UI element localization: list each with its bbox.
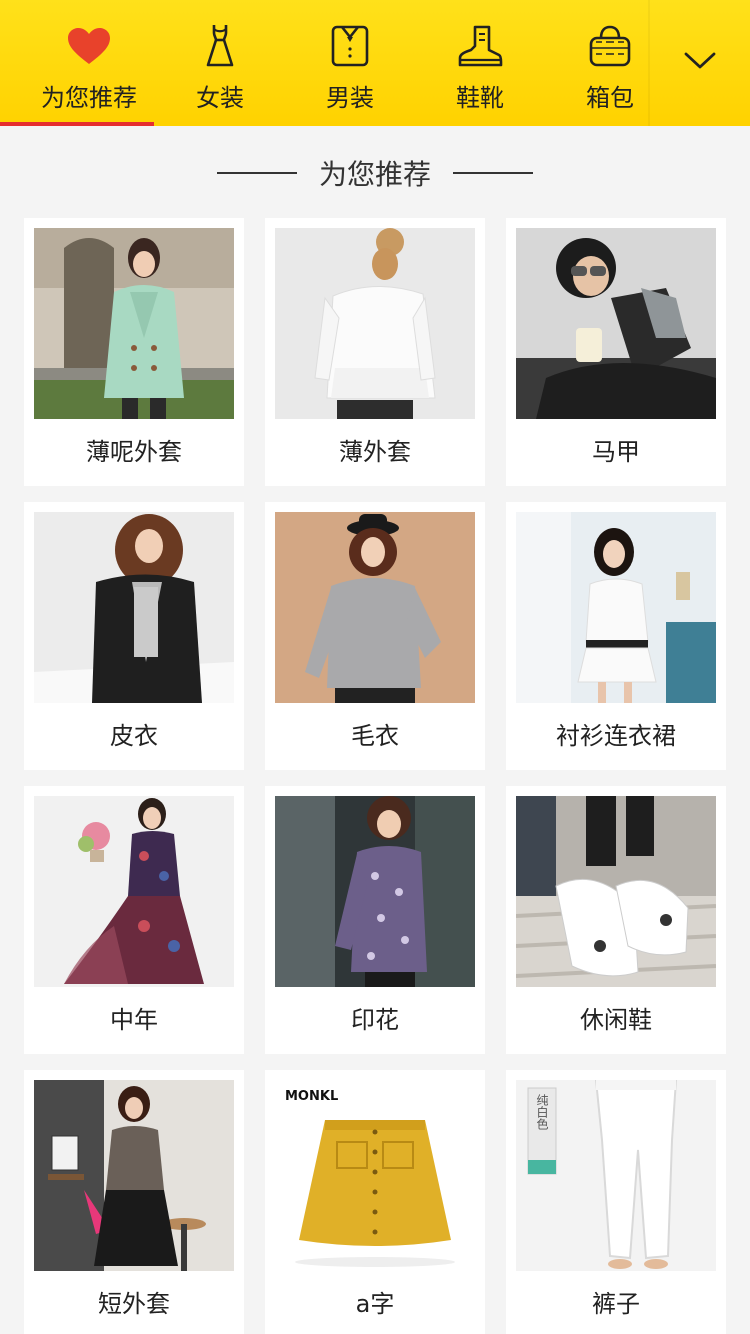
category-card[interactable]: 中年 — [24, 786, 244, 1054]
category-name: 短外套 — [98, 1290, 170, 1318]
brand-logo-text: MONKL — [285, 1089, 338, 1104]
section-title: 为您推荐 — [318, 158, 431, 191]
tab-label: 男装 — [326, 84, 374, 112]
category-card[interactable]: 休闲鞋 — [506, 786, 726, 1054]
chevron-down-icon — [684, 52, 716, 74]
product-image — [275, 512, 475, 703]
category-card[interactable]: 薄呢外套 — [24, 218, 244, 486]
tab-shoes[interactable]: 鞋靴 — [415, 0, 545, 126]
category-card[interactable]: MONKL a字 — [265, 1070, 485, 1334]
tab-recommend[interactable]: 为您推荐 — [24, 0, 154, 126]
tab-label: 箱包 — [586, 84, 634, 112]
product-image — [275, 228, 475, 419]
tab-men[interactable]: 男装 — [285, 0, 415, 126]
category-tabs: 为您推荐 女装 男装 鞋靴 箱包 — [0, 0, 650, 126]
product-image — [516, 796, 716, 987]
category-name: 薄外套 — [339, 438, 411, 466]
category-card[interactable]: 皮衣 — [24, 502, 244, 770]
product-image — [34, 796, 234, 987]
product-image — [516, 512, 716, 703]
tab-label: 女装 — [196, 84, 244, 112]
category-card[interactable]: 纯白色 裤子 — [506, 1070, 726, 1334]
product-image: 纯白色 — [516, 1080, 716, 1271]
category-name: 马甲 — [592, 438, 640, 466]
product-image — [34, 1080, 234, 1271]
tag-text: 纯白色 — [535, 1094, 549, 1130]
category-name: 毛衣 — [351, 722, 399, 750]
more-categories-button[interactable] — [650, 0, 750, 126]
product-image: MONKL — [275, 1080, 475, 1271]
product-image — [516, 228, 716, 419]
tab-label: 为您推荐 — [41, 84, 137, 112]
category-name: 裤子 — [592, 1290, 640, 1318]
section-header: 为您推荐 — [0, 148, 750, 198]
category-name: 薄呢外套 — [86, 438, 182, 466]
category-name: 皮衣 — [110, 722, 158, 750]
category-name: 中年 — [110, 1006, 158, 1034]
product-image — [275, 796, 475, 987]
handbag-icon — [586, 22, 634, 70]
category-card[interactable]: 印花 — [265, 786, 485, 1054]
shirt-icon — [326, 22, 374, 70]
category-bar: 为您推荐 女装 男装 鞋靴 箱包 — [0, 0, 750, 126]
divider-line — [453, 172, 533, 174]
category-name: 衬衫连衣裙 — [556, 722, 676, 750]
heart-icon — [65, 22, 113, 70]
divider-line — [216, 172, 297, 174]
category-card[interactable]: 衬衫连衣裙 — [506, 502, 726, 770]
tab-label: 鞋靴 — [456, 84, 504, 112]
dress-icon — [196, 22, 244, 70]
product-image — [34, 228, 234, 419]
active-tab-indicator — [0, 122, 154, 126]
boot-icon — [456, 22, 504, 70]
category-card[interactable]: 短外套 — [24, 1070, 244, 1334]
category-card[interactable]: 马甲 — [506, 218, 726, 486]
category-name: a字 — [355, 1290, 395, 1318]
product-image — [34, 512, 234, 703]
tab-women[interactable]: 女装 — [155, 0, 285, 126]
category-name: 休闲鞋 — [580, 1006, 652, 1034]
category-card[interactable]: 毛衣 — [265, 502, 485, 770]
category-name: 印花 — [351, 1006, 399, 1034]
category-card[interactable]: 薄外套 — [265, 218, 485, 486]
